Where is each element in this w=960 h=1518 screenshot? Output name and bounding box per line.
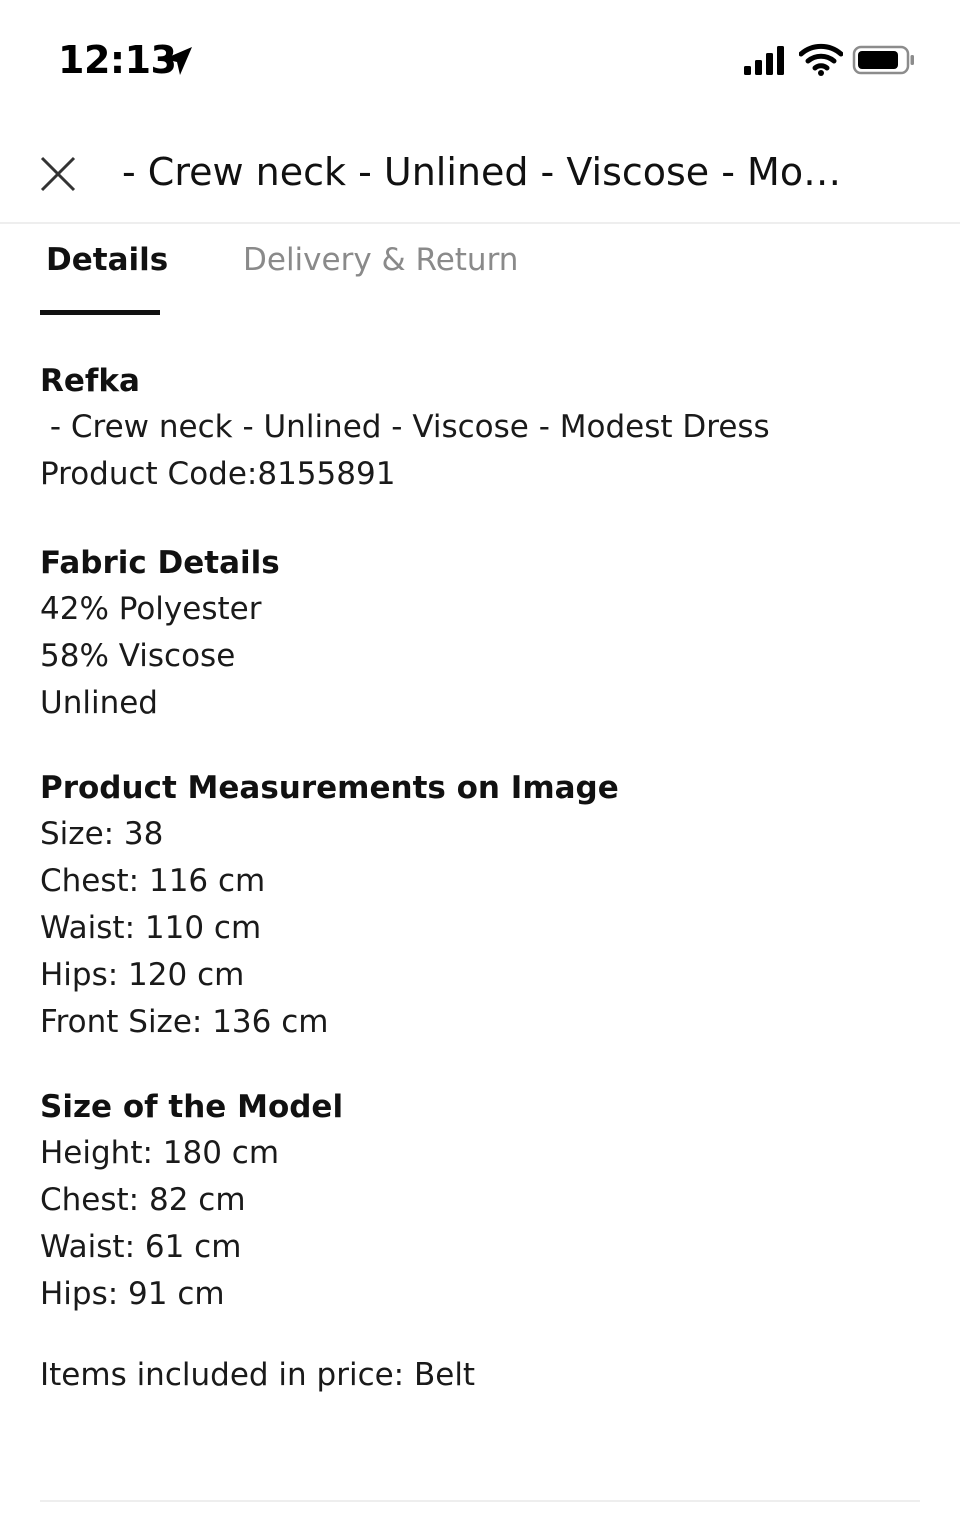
details-content: Refka - Crew neck - Unlined - Viscose - … <box>40 358 920 1399</box>
fabric-line: 42% Polyester <box>40 591 262 627</box>
measurement-line: Size: 38 <box>40 816 164 852</box>
measurement-line: Chest: 116 cm <box>40 863 266 899</box>
model-line: Chest: 82 cm <box>40 1182 246 1218</box>
page-title: - Crew neck - Unlined - Viscose - Mode..… <box>122 150 862 194</box>
location-arrow-icon <box>164 47 192 75</box>
product-name: - Crew neck - Unlined - Viscose - Modest… <box>40 409 770 445</box>
product-code: Product Code:8155891 <box>40 456 396 492</box>
measurement-line: Hips: 120 cm <box>40 957 245 993</box>
model-size-title: Size of the Model <box>40 1089 344 1125</box>
measurement-line: Front Size: 136 cm <box>40 1004 329 1040</box>
tab-details[interactable]: Details <box>46 242 168 278</box>
page-header: - Crew neck - Unlined - Viscose - Mode..… <box>0 120 960 224</box>
close-icon[interactable] <box>36 152 80 196</box>
battery-icon <box>852 45 914 75</box>
divider <box>40 1500 920 1502</box>
model-line: Hips: 91 cm <box>40 1276 225 1312</box>
fabric-line: Unlined <box>40 685 158 721</box>
tab-delivery-return[interactable]: Delivery & Return <box>243 242 518 278</box>
cellular-signal-icon <box>744 46 784 75</box>
items-included: Items included in price: Belt <box>40 1357 476 1393</box>
measurements-title: Product Measurements on Image <box>40 770 619 806</box>
brand-name: Refka <box>40 363 140 399</box>
fabric-details-title: Fabric Details <box>40 545 280 581</box>
fabric-line: 58% Viscose <box>40 638 236 674</box>
measurement-line: Waist: 110 cm <box>40 910 262 946</box>
model-line: Height: 180 cm <box>40 1135 280 1171</box>
status-time: 12:13 <box>58 38 177 82</box>
tab-bar: Details Delivery & Return <box>0 224 960 318</box>
active-tab-indicator <box>40 310 160 315</box>
wifi-icon <box>799 43 843 76</box>
status-bar: 12:13 <box>0 0 960 120</box>
model-line: Waist: 61 cm <box>40 1229 242 1265</box>
